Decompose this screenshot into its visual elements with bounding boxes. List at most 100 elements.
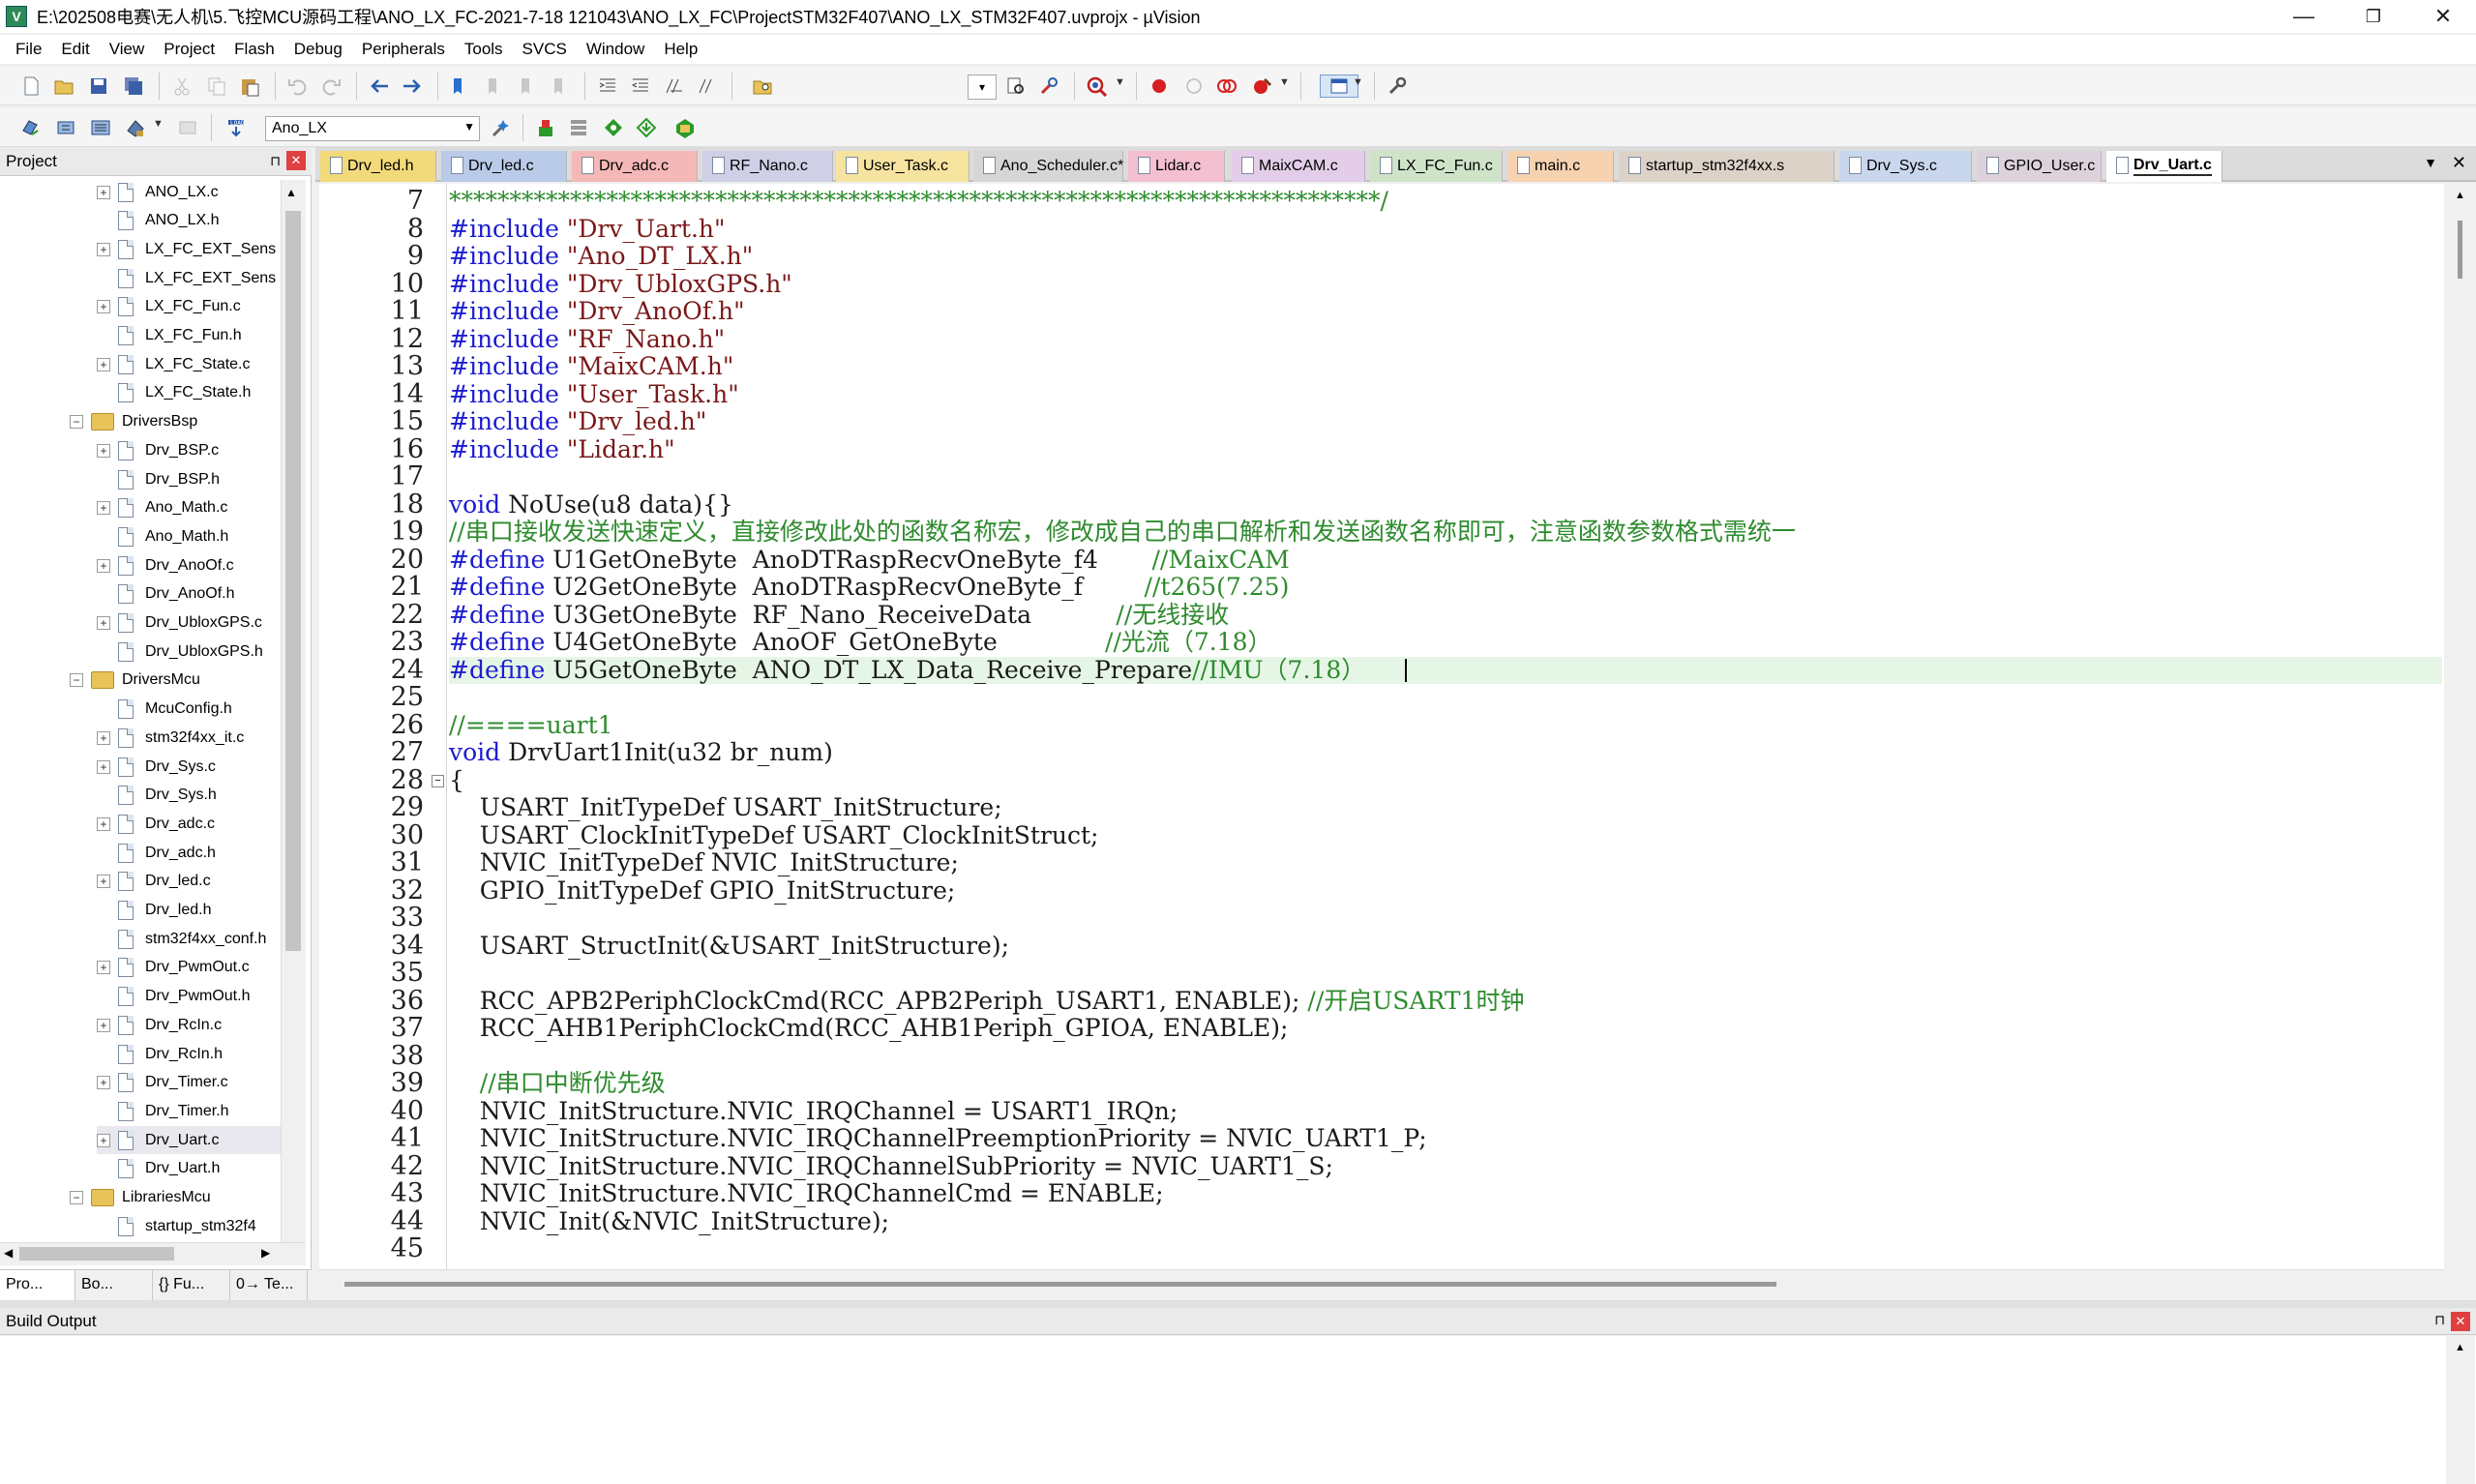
tree-file-item[interactable]: Drv_adc.h <box>97 839 283 867</box>
select-packs-icon[interactable] <box>567 116 590 139</box>
expand-icon[interactable]: + <box>97 1076 110 1090</box>
expand-icon[interactable]: + <box>97 759 110 774</box>
build-output-scrollbar[interactable]: ▲ <box>2446 1336 2475 1484</box>
editor-tab[interactable]: MaixCAM.c <box>1232 151 1365 182</box>
scroll-left-icon[interactable]: ◀ <box>4 1246 13 1260</box>
expand-icon[interactable]: + <box>97 443 110 458</box>
tree-file-item[interactable]: + Drv_AnoOf.c <box>97 551 283 579</box>
tree-file-item[interactable]: Drv_RcIn.h <box>97 1040 283 1068</box>
code-line[interactable]: GPIO_InitTypeDef GPIO_InitStructure; <box>449 876 956 905</box>
expand-icon[interactable]: + <box>97 816 110 831</box>
code-line[interactable]: NVIC_InitStructure.NVIC_IRQChannelPreemp… <box>449 1124 1427 1153</box>
code-line[interactable]: #define U2GetOneByte AnoDTRaspRecvOneByt… <box>449 573 1289 602</box>
code-line[interactable]: NVIC_InitStructure.NVIC_IRQChannelSubPri… <box>449 1152 1333 1181</box>
code-line[interactable]: RCC_AHB1PeriphClockCmd(RCC_AHB1Periph_GP… <box>449 1014 1289 1043</box>
unindent-icon[interactable] <box>629 74 652 98</box>
tree-file-item[interactable]: LX_FC_EXT_Sens <box>97 264 283 292</box>
scroll-right-icon[interactable]: ▶ <box>261 1246 270 1260</box>
menu-view[interactable]: View <box>100 40 155 59</box>
tree-file-item[interactable]: startup_stm32f4 <box>97 1212 283 1240</box>
close-pane-icon[interactable]: ✕ <box>2451 1312 2470 1331</box>
code-line[interactable]: USART_InitTypeDef USART_InitStructure; <box>449 793 1002 822</box>
expand-icon[interactable]: + <box>97 558 110 573</box>
tree-file-item[interactable]: + Drv_adc.c <box>97 810 283 838</box>
close-tab-icon[interactable]: ✕ <box>2452 153 2466 173</box>
code-line[interactable]: #include "MaixCAM.h" <box>449 352 733 381</box>
download-icon[interactable]: LOAD <box>224 116 248 139</box>
indent-icon[interactable] <box>596 74 619 98</box>
tree-file-item[interactable]: + LX_FC_EXT_Sens <box>97 235 283 263</box>
insert-breakpoint-icon[interactable] <box>1148 74 1171 98</box>
maximize-button[interactable]: ❐ <box>2339 0 2408 33</box>
editor-tab[interactable]: Ano_Scheduler.c* <box>973 151 1123 182</box>
code-line[interactable]: #include "Lidar.h" <box>449 435 675 464</box>
expand-icon[interactable]: + <box>97 730 110 745</box>
tree-file-item[interactable]: + Drv_PwmOut.c <box>97 954 283 982</box>
code-line[interactable]: //串口中断优先级 <box>449 1069 666 1098</box>
editor-tab[interactable]: Lidar.c <box>1128 151 1225 182</box>
debug-session-dropdown-icon[interactable]: ▼ <box>1115 76 1125 88</box>
batch-build-dropdown-icon[interactable]: ▼ <box>153 118 164 130</box>
tree-file-item[interactable]: McuConfig.h <box>97 696 283 724</box>
code-line[interactable]: NVIC_InitTypeDef NVIC_InitStructure; <box>449 848 959 877</box>
collapse-icon[interactable]: − <box>70 415 83 430</box>
manage-project-items-icon[interactable] <box>534 116 557 139</box>
redo-icon[interactable] <box>319 74 343 98</box>
scroll-up-icon[interactable]: ▲ <box>285 186 297 199</box>
close-button[interactable]: ✕ <box>2408 0 2476 33</box>
expand-icon[interactable]: + <box>97 185 110 199</box>
code-line[interactable]: #define U4GetOneByte AnoOF_GetOneByte //… <box>449 628 1272 657</box>
debug-session-icon[interactable] <box>1086 74 1109 98</box>
code-line[interactable]: #define U3GetOneByte RF_Nano_ReceiveData… <box>449 601 1229 630</box>
tab-list-dropdown-icon[interactable]: ▼ <box>2424 155 2437 170</box>
tree-file-item[interactable]: + LX_FC_State.c <box>97 350 283 378</box>
tree-file-item[interactable]: Drv_UbloxGPS.h <box>97 638 283 666</box>
next-bookmark-icon[interactable] <box>515 74 538 98</box>
menu-peripherals[interactable]: Peripherals <box>352 40 455 59</box>
fold-collapse-icon[interactable]: − <box>432 774 444 787</box>
comment-selection-icon[interactable] <box>662 74 685 98</box>
tree-file-item[interactable]: + Drv_Timer.c <box>97 1069 283 1097</box>
previous-bookmark-icon[interactable] <box>482 74 505 98</box>
disable-all-breakpoints-icon[interactable] <box>1215 74 1238 98</box>
clear-bookmarks-icon[interactable] <box>548 74 571 98</box>
tab-functions[interactable]: {} Fu... <box>153 1270 230 1301</box>
tree-file-item[interactable]: + Drv_UbloxGPS.c <box>97 609 283 638</box>
code-line[interactable]: NVIC_InitStructure.NVIC_IRQChannel = USA… <box>449 1097 1178 1126</box>
editor-tab[interactable]: Drv_led.h <box>320 151 436 182</box>
tree-file-item[interactable]: + Drv_RcIn.c <box>97 1011 283 1039</box>
pin-icon[interactable]: ⊓ <box>270 153 281 169</box>
code-line[interactable]: #include "Drv_AnoOf.h" <box>449 297 745 326</box>
manage-run-time-environment-icon[interactable] <box>602 116 625 139</box>
tree-file-item[interactable]: + ANO_LX.c <box>97 178 283 206</box>
tab-templates[interactable]: 0→ Te... <box>230 1270 308 1301</box>
stop-build-icon[interactable] <box>176 116 199 139</box>
menu-project[interactable]: Project <box>154 40 224 59</box>
code-line[interactable]: void DrvUart1Init(u32 br_num) <box>449 738 833 767</box>
tree-file-item[interactable]: Drv_Timer.h <box>97 1097 283 1125</box>
code-line[interactable]: #include "Drv_UbloxGPS.h" <box>449 270 792 299</box>
tree-file-item[interactable]: Drv_BSP.h <box>97 465 283 493</box>
scrollbar-thumb[interactable] <box>285 211 301 951</box>
tree-file-item[interactable]: + Drv_Uart.c <box>97 1126 283 1155</box>
editor-tab[interactable]: Drv_Uart.c <box>2106 151 2222 182</box>
code-line[interactable]: NVIC_InitStructure.NVIC_IRQChannelCmd = … <box>449 1179 1164 1208</box>
editor-tab[interactable]: User_Task.c <box>836 151 970 182</box>
tree-file-item[interactable]: + Drv_led.c <box>97 868 283 896</box>
tab-project[interactable]: Pro... <box>0 1270 75 1301</box>
software-packs-icon[interactable] <box>673 116 697 139</box>
save-icon[interactable] <box>87 74 110 98</box>
tree-file-item[interactable]: stm32f4xx_conf.h <box>97 925 283 953</box>
configure-icon[interactable] <box>1386 74 1409 98</box>
code-line[interactable]: //====uart1 <box>449 711 613 740</box>
find-combo-dropdown[interactable]: ▾ <box>968 74 997 100</box>
tree-file-item[interactable]: Drv_AnoOf.h <box>97 580 283 608</box>
editor-tab[interactable]: startup_stm32f4xx.s <box>1619 151 1835 182</box>
menu-file[interactable]: File <box>6 40 51 59</box>
undo-icon[interactable] <box>286 74 310 98</box>
code-line[interactable]: #define U5GetOneByte ANO_DT_LX_Data_Rece… <box>449 656 1365 685</box>
minimize-button[interactable]: — <box>2269 0 2339 33</box>
collapse-icon[interactable]: − <box>70 673 83 688</box>
editor-vertical-scrollbar[interactable]: ▲ <box>2446 184 2475 1269</box>
code-line[interactable]: #include "Ano_DT_LX.h" <box>449 242 753 271</box>
